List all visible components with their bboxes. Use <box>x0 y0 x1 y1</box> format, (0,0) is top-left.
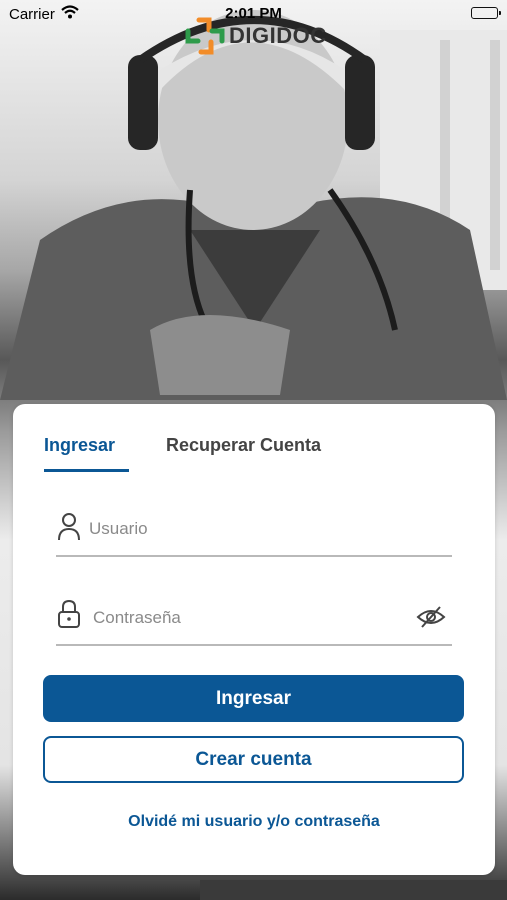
digidoc-cross-icon <box>185 17 225 55</box>
username-field[interactable] <box>56 507 452 557</box>
lock-icon <box>57 599 81 634</box>
app-logo: DIGIDOC <box>185 17 327 55</box>
brand-name: DIGIDOC <box>229 23 327 48</box>
battery-icon <box>471 7 501 19</box>
eye-off-icon[interactable] <box>416 605 446 634</box>
login-button[interactable]: Ingresar <box>43 675 464 722</box>
tab-ingresar[interactable]: Ingresar <box>44 435 115 456</box>
tab-recuperar-cuenta[interactable]: Recuperar Cuenta <box>166 435 321 456</box>
create-account-button[interactable]: Crear cuenta <box>43 736 464 783</box>
username-input[interactable] <box>89 517 429 541</box>
forgot-credentials-link[interactable]: Olvidé mi usuario y/o contraseña <box>13 813 495 831</box>
active-tab-indicator <box>44 469 129 472</box>
password-input[interactable] <box>93 606 403 630</box>
user-icon <box>57 512 81 547</box>
password-field[interactable] <box>56 596 452 646</box>
login-card: Ingresar Recuperar Cuenta Usuario Ingres… <box>13 404 495 875</box>
